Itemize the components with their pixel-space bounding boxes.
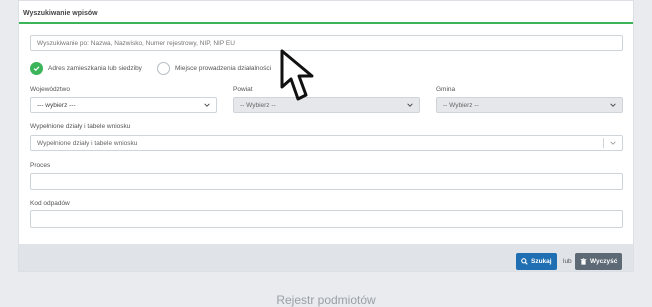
chevron-down-icon: [610, 103, 616, 107]
radio-business-location[interactable]: Miejsce prowadzenia działalności: [157, 62, 271, 75]
registry-heading: Rejestr podmiotów: [276, 293, 376, 307]
check-icon: [33, 66, 40, 72]
label-wojewodztwo: Województwo: [30, 86, 70, 93]
action-bar: Szukaj lub Wyczyść: [19, 244, 633, 271]
search-button-label: Szukaj: [531, 258, 552, 265]
panel-title: Wyszukiwanie wpisów: [23, 10, 98, 17]
label-gmina: Gmina: [436, 86, 456, 93]
or-text: lub: [563, 258, 572, 265]
powiat-select[interactable]: -- Wybierz --: [233, 97, 420, 113]
label-kod-odpadow: Kod odpadów: [30, 200, 70, 207]
wojewodztwo-value: --- wybierz ---: [37, 101, 76, 109]
radio-selected-icon[interactable]: [30, 62, 43, 75]
radio-business-label: Miejsce prowadzenia działalności: [175, 65, 272, 72]
clear-button[interactable]: Wyczyść: [575, 253, 623, 270]
chevron-down-icon: [407, 103, 413, 107]
sections-placeholder: Wypełnione działy i tabele wniosku: [37, 139, 138, 147]
trash-icon: [580, 258, 587, 265]
search-button[interactable]: Szukaj: [516, 253, 557, 270]
powiat-value: -- Wybierz --: [240, 101, 276, 109]
gmina-value: -- Wybierz --: [443, 101, 479, 109]
label-proces: Proces: [30, 162, 51, 169]
wojewodztwo-select[interactable]: --- wybierz ---: [30, 97, 217, 113]
radio-address-label: Adres zamieszkania lub siedziby: [48, 65, 142, 72]
chevron-down-icon: [610, 141, 616, 145]
label-powiat: Powiat: [233, 86, 253, 93]
sections-multiselect[interactable]: Wypełnione działy i tabele wniosku: [30, 135, 623, 151]
radio-unselected-icon[interactable]: [157, 62, 170, 75]
radio-address[interactable]: Adres zamieszkania lub siedziby: [30, 62, 142, 75]
title-underline: [19, 22, 633, 24]
clear-button-label: Wyczyść: [590, 258, 618, 265]
search-panel: Wyszukiwanie wpisów Adres zamieszkania l…: [18, 0, 634, 272]
search-input[interactable]: [30, 35, 623, 51]
gmina-select[interactable]: -- Wybierz --: [436, 97, 623, 113]
proces-input[interactable]: [30, 173, 623, 190]
multiselect-separator: [603, 138, 604, 148]
search-icon: [521, 258, 528, 265]
arrow-cursor-icon: [280, 49, 314, 101]
chevron-down-icon: [204, 103, 210, 107]
label-sections: Wypełnione działy i tabele wniosku: [30, 123, 131, 130]
kod-odpadow-input[interactable]: [30, 210, 623, 228]
